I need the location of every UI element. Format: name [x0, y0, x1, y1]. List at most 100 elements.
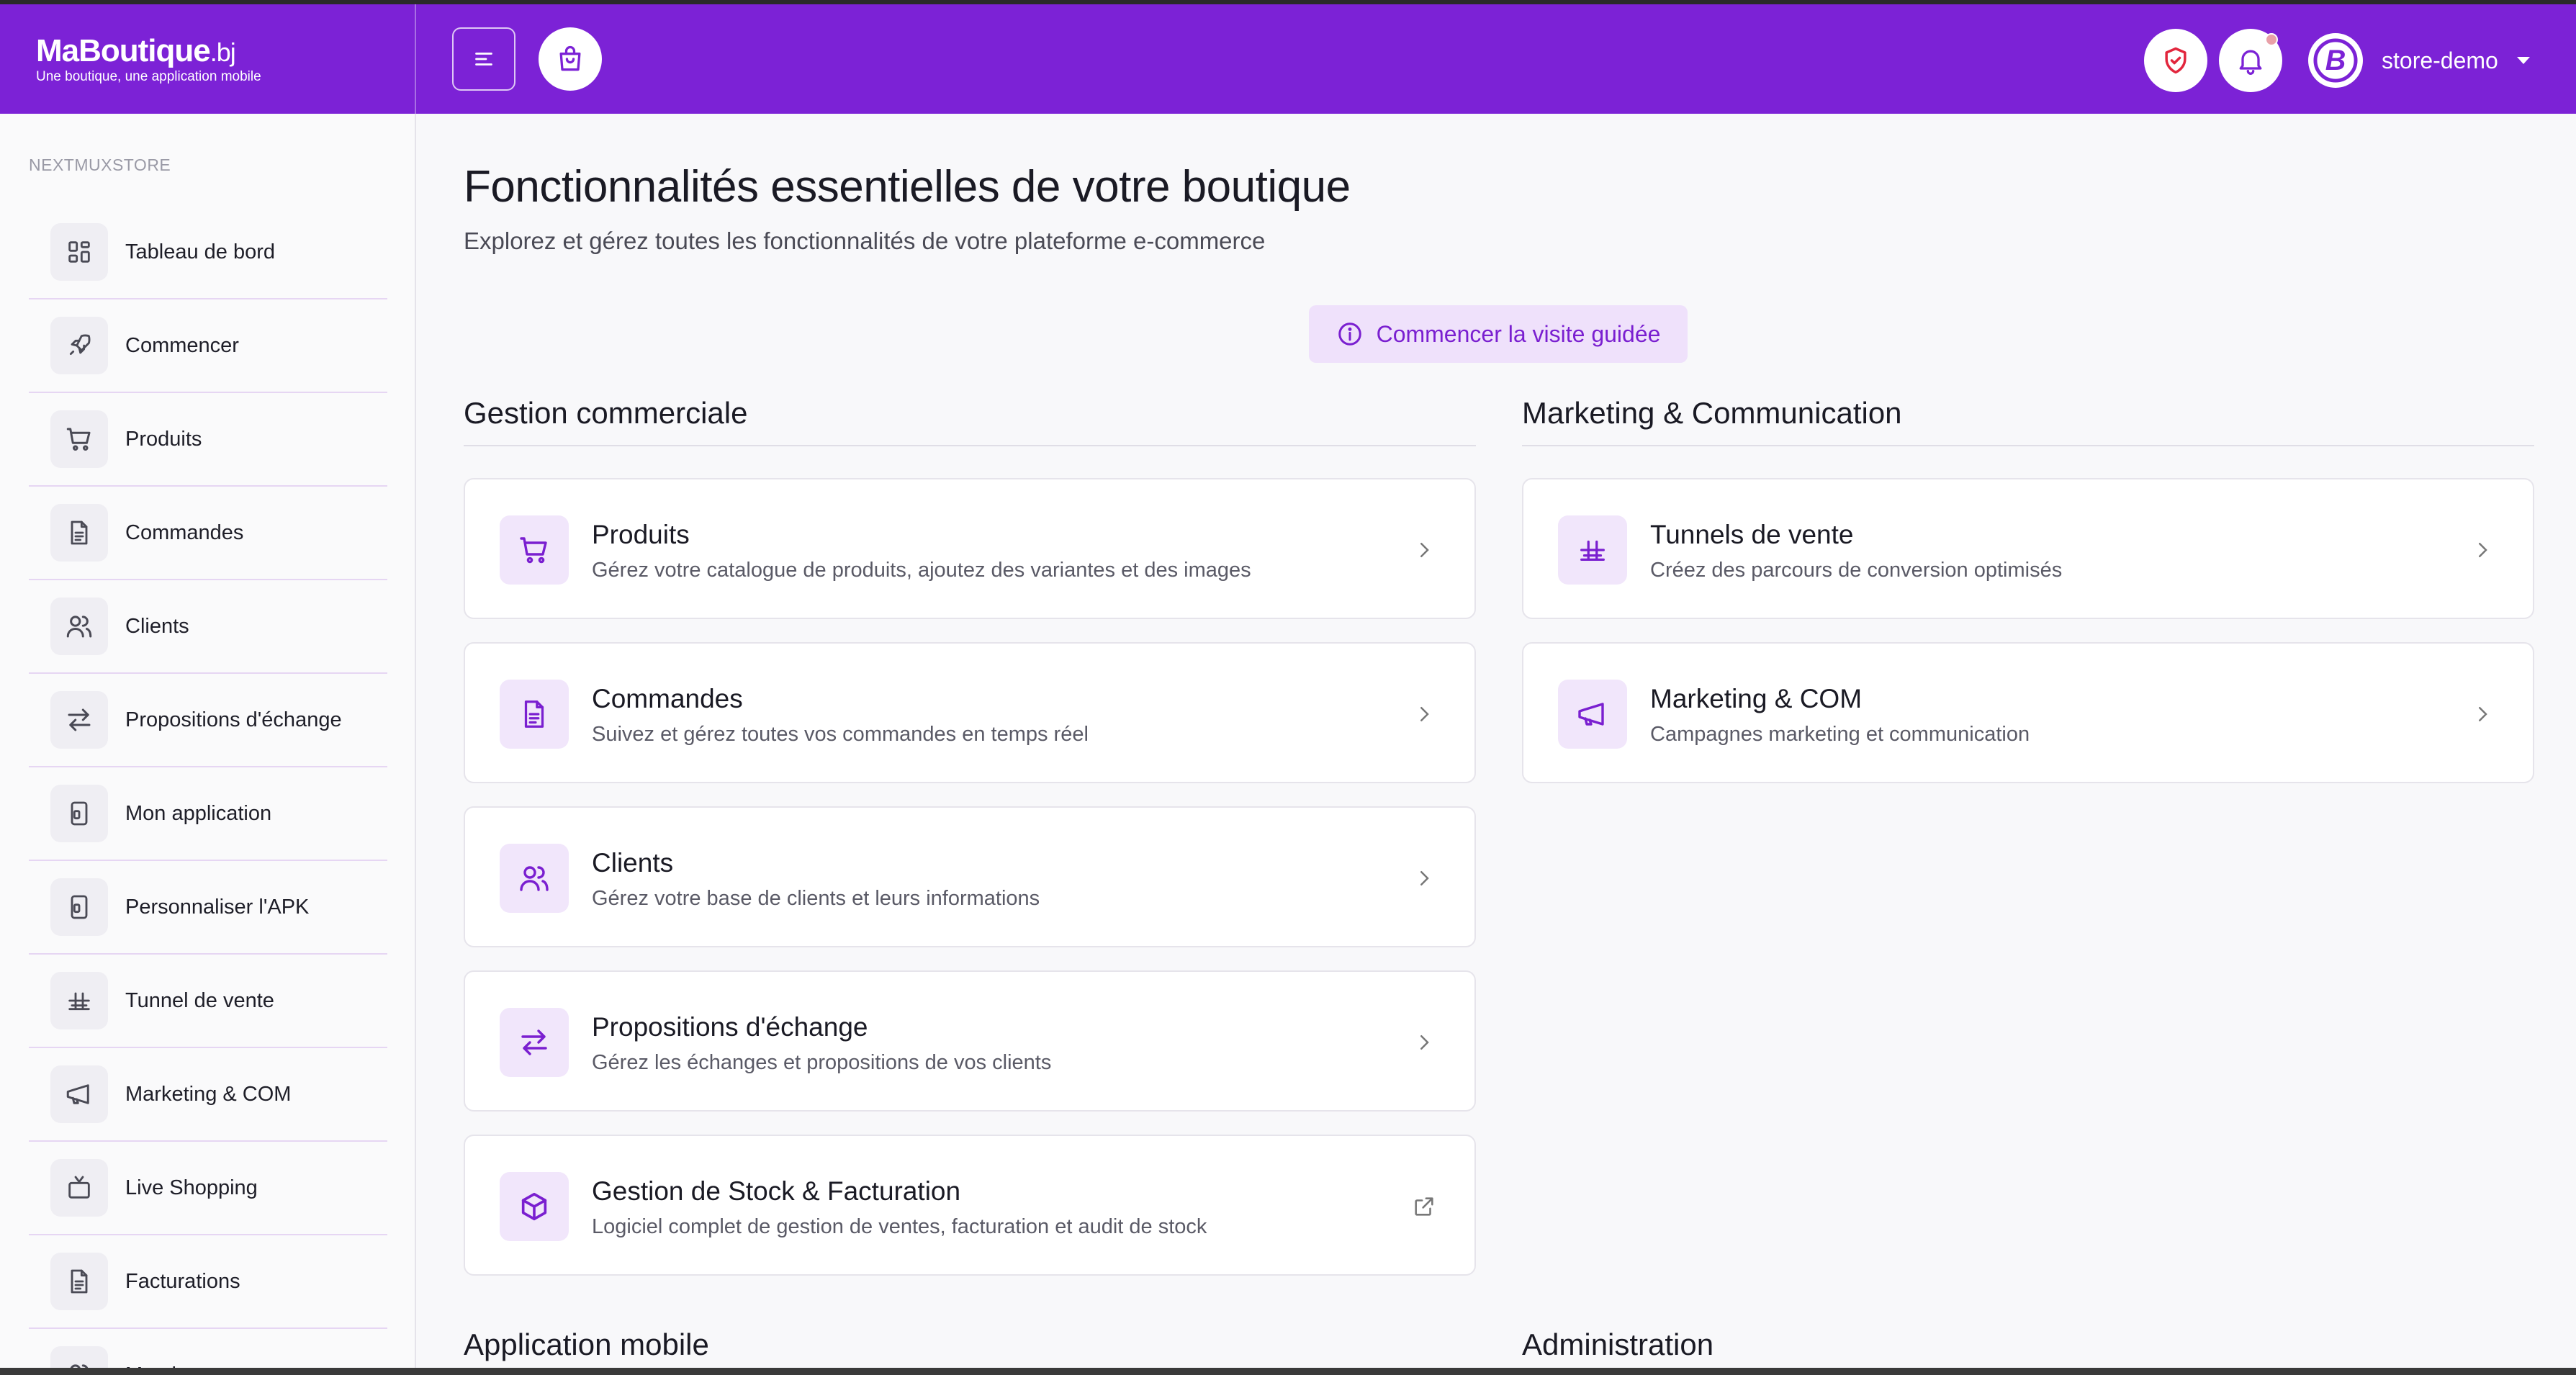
sidebar-item-dashboard[interactable]: Tableau de bord — [29, 206, 387, 299]
card-description: Gérez les échanges et propositions de vo… — [592, 1051, 1052, 1074]
cart-icon — [500, 515, 569, 585]
card-title: Produits — [592, 520, 690, 549]
guided-tour-button[interactable]: Commencer la visite guidée — [1309, 305, 1688, 363]
menu-toggle-button[interactable] — [452, 27, 515, 91]
sidebar-item-my-app[interactable]: Mon application — [29, 767, 387, 861]
logo-tagline: Une boutique, une application mobile — [36, 69, 261, 84]
sidebar-item-label: Live Shopping — [125, 1176, 258, 1199]
sidebar-item-label: Tunnel de vente — [125, 988, 274, 1012]
sidebar-item-clients[interactable]: Clients — [29, 580, 387, 674]
sidebar-item-marketing[interactable]: Marketing & COM — [29, 1048, 387, 1142]
card-title: Marketing & COM — [1650, 684, 1863, 713]
shopping-bag-icon — [559, 45, 581, 71]
card-description: Logiciel complet de gestion de ventes, f… — [592, 1215, 1207, 1238]
sidebar: NEXTMUXSTORE Tableau de bord Commencer P… — [0, 114, 416, 1375]
sidebar-item-label: Mon application — [125, 801, 272, 825]
chevron-right-icon — [1411, 1029, 1437, 1055]
users-icon — [500, 844, 569, 913]
exchange-icon — [50, 691, 108, 749]
sidebar-item-label: Produits — [125, 427, 202, 451]
card-title: Commandes — [592, 684, 743, 713]
card-stock-billing[interactable]: Gestion de Stock & Facturation Logiciel … — [464, 1135, 1476, 1276]
card-description: Gérez votre base de clients et leurs inf… — [592, 887, 1040, 910]
tv-icon — [50, 1159, 108, 1217]
section-title-admin: Administration — [1522, 1327, 1714, 1361]
sidebar-item-label: Personnaliser l'APK — [125, 895, 310, 919]
sidebar-item-funnel[interactable]: Tunnel de vente — [29, 955, 387, 1048]
mobile-icon — [50, 878, 108, 936]
user-menu[interactable]: B store-demo — [2308, 29, 2530, 92]
megaphone-icon — [50, 1065, 108, 1123]
sidebar-nav: Tableau de bord Commencer Produits Comma… — [29, 206, 387, 1375]
mobile-icon — [50, 785, 108, 842]
shield-check-icon — [2165, 47, 2187, 74]
chevron-right-icon — [1411, 701, 1437, 727]
security-button[interactable] — [2144, 29, 2207, 92]
rocket-icon — [50, 317, 108, 374]
logo[interactable]: MaBoutique.bj Une boutique, une applicat… — [0, 4, 416, 114]
chevron-right-icon — [2469, 701, 2495, 727]
chevron-right-icon — [1411, 865, 1437, 891]
document-icon — [500, 680, 569, 749]
store-label: NEXTMUXSTORE — [29, 155, 171, 174]
top-header: MaBoutique.bj Une boutique, une applicat… — [0, 4, 2576, 114]
sidebar-item-label: Commandes — [125, 520, 244, 544]
info-icon — [1338, 323, 1361, 346]
card-marketing-com[interactable]: Marketing & COM Campagnes marketing et c… — [1522, 642, 2534, 783]
sidebar-item-label: Clients — [125, 614, 189, 638]
card-title: Clients — [592, 848, 674, 878]
store-bag-button[interactable] — [539, 27, 602, 91]
card-title: Gestion de Stock & Facturation — [592, 1176, 961, 1206]
window-bottom-edge — [0, 1368, 2576, 1375]
svg-text:B: B — [2325, 45, 2346, 76]
sidebar-item-customize-apk[interactable]: Personnaliser l'APK — [29, 861, 387, 955]
sidebar-item-label: Tableau de bord — [125, 240, 275, 263]
funnel-icon — [1558, 515, 1627, 585]
sidebar-item-products[interactable]: Produits — [29, 393, 387, 487]
document-icon — [50, 1253, 108, 1310]
notifications-button[interactable] — [2219, 29, 2282, 92]
sidebar-item-label: Facturations — [125, 1269, 240, 1293]
page-title: Fonctionnalités essentielles de votre bo… — [464, 162, 1351, 212]
sidebar-item-start[interactable]: Commencer — [29, 299, 387, 393]
cube-icon — [500, 1172, 569, 1241]
card-description: Suivez et gérez toutes vos commandes en … — [592, 723, 1089, 746]
brand-b-icon: B — [2313, 38, 2358, 83]
sidebar-item-live-shopping[interactable]: Live Shopping — [29, 1142, 387, 1235]
bell-icon — [2239, 50, 2262, 75]
dashboard-icon — [50, 223, 108, 281]
page-subtitle: Explorez et gérez toutes les fonctionnal… — [464, 227, 1266, 254]
chevron-right-icon — [1411, 537, 1437, 563]
guided-tour-label: Commencer la visite guidée — [1376, 320, 1661, 347]
avatar: B — [2308, 33, 2363, 88]
section-title: Marketing & Communication — [1522, 396, 2534, 446]
section-commercial: Gestion commerciale Produits Gérez votre… — [464, 396, 1476, 1375]
document-icon — [50, 504, 108, 562]
card-exchange[interactable]: Propositions d'échange Gérez les échange… — [464, 970, 1476, 1112]
external-link-icon — [1411, 1194, 1437, 1220]
menu-icon — [475, 53, 492, 66]
card-description: Gérez votre catalogue de produits, ajout… — [592, 559, 1251, 582]
sidebar-item-orders[interactable]: Commandes — [29, 487, 387, 580]
section-title: Gestion commerciale — [464, 396, 1476, 446]
sidebar-item-label: Propositions d'échange — [125, 708, 342, 731]
megaphone-icon — [1558, 680, 1627, 749]
main-content: Fonctionnalités essentielles de votre bo… — [418, 114, 2576, 1375]
sidebar-item-billing[interactable]: Facturations — [29, 1235, 387, 1329]
card-orders[interactable]: Commandes Suivez et gérez toutes vos com… — [464, 642, 1476, 783]
section-marketing: Marketing & Communication Tunnels de ven… — [1522, 396, 2534, 900]
sidebar-item-exchange[interactable]: Propositions d'échange — [29, 674, 387, 767]
card-description: Créez des parcours de conversion optimis… — [1650, 559, 2063, 582]
card-sales-funnels[interactable]: Tunnels de vente Créez des parcours de c… — [1522, 478, 2534, 619]
card-products[interactable]: Produits Gérez votre catalogue de produi… — [464, 478, 1476, 619]
funnel-icon — [50, 972, 108, 1029]
card-description: Campagnes marketing et communication — [1650, 723, 2030, 746]
chevron-down-icon — [2516, 57, 2530, 64]
user-name: store-demo — [2382, 47, 2498, 73]
notification-dot — [2265, 33, 2278, 46]
card-title: Propositions d'échange — [592, 1012, 868, 1042]
cart-icon — [50, 410, 108, 468]
chevron-right-icon — [2469, 537, 2495, 563]
card-clients[interactable]: Clients Gérez votre base de clients et l… — [464, 806, 1476, 947]
exchange-icon — [500, 1008, 569, 1077]
